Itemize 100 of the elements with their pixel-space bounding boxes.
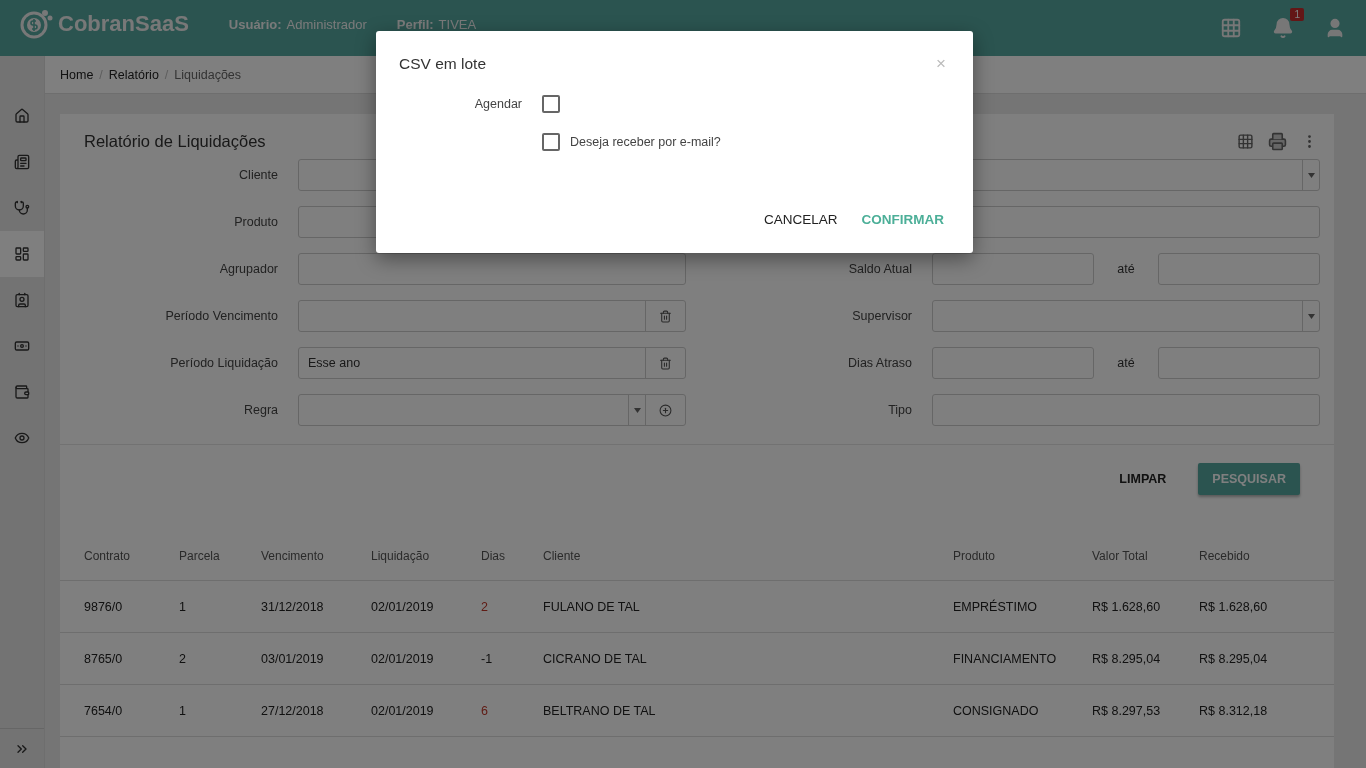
field-label: Tipo xyxy=(887,403,912,417)
table-cell-text: R$ 8.295,04 xyxy=(1092,651,1162,666)
select-field[interactable] xyxy=(932,300,1320,332)
dropdown-icon[interactable] xyxy=(1307,172,1315,178)
home-icon xyxy=(14,108,30,124)
field-value: Esse ano xyxy=(307,356,362,370)
breadcrumb-link[interactable]: Relatório xyxy=(108,67,159,82)
column-header[interactable]: Liquidação xyxy=(371,548,481,563)
newspaper-icon xyxy=(14,154,30,170)
table-cell-text: R$ 8.295,04 xyxy=(1199,651,1269,666)
text-field[interactable] xyxy=(932,394,1320,426)
breadcrumb-link[interactable]: Home xyxy=(60,67,94,82)
table-cell-text: R$ 1.628,60 xyxy=(1092,599,1162,614)
table-cell-text: 6 xyxy=(481,703,489,718)
clear-button[interactable]: LIMPAR xyxy=(1105,463,1181,495)
table-cell-text: 1 xyxy=(179,599,187,614)
table-cell-text: 9876/0 xyxy=(84,599,124,614)
table-cell-text: BELTRANO DE TAL xyxy=(543,703,657,718)
max-field[interactable] xyxy=(1158,347,1320,379)
field-label: Produto xyxy=(233,215,278,229)
search-button[interactable]: PESQUISAR xyxy=(1198,463,1300,495)
dropdown-icon[interactable] xyxy=(633,407,641,413)
stethoscope-icon xyxy=(14,200,30,216)
checkbox-label: Agendar xyxy=(473,97,522,111)
date-range-field[interactable]: Esse ano xyxy=(298,347,686,379)
checkbox[interactable] xyxy=(542,133,560,151)
table-cell-text: CICRANO DE TAL xyxy=(543,651,648,666)
table-cell-text: 8765/0 xyxy=(84,651,124,666)
columns-icon[interactable] xyxy=(1237,133,1254,150)
field-label: Agrupador xyxy=(218,262,278,276)
print-icon[interactable] xyxy=(1268,132,1287,151)
field-label: Regra xyxy=(242,403,278,417)
notifications-icon[interactable] xyxy=(1272,17,1294,39)
column-header[interactable]: Cliente xyxy=(543,548,953,563)
table-cell-text: R$ 1.628,60 xyxy=(1199,599,1269,614)
field-label: Saldo Atual xyxy=(847,262,912,276)
table-cell-text: 02/01/2019 xyxy=(371,703,435,718)
table-cell-text: FULANO DE TAL xyxy=(543,599,641,614)
table-cell-text: 02/01/2019 xyxy=(371,651,435,666)
notification-badge: 1 xyxy=(1290,8,1304,21)
table-cell-text: -1 xyxy=(481,651,494,666)
checkbox[interactable] xyxy=(542,95,560,113)
apps-icon[interactable] xyxy=(1220,17,1242,39)
max-field[interactable] xyxy=(1158,253,1320,285)
table-cell-text: 03/01/2019 xyxy=(261,651,325,666)
dashboard-icon xyxy=(14,246,30,262)
breadcrumb-separator: / xyxy=(164,67,169,82)
table-cell-text: 1 xyxy=(179,703,187,718)
eye-icon xyxy=(14,430,30,446)
column-header[interactable]: Produto xyxy=(953,548,1092,563)
min-field[interactable] xyxy=(932,347,1094,379)
dialog-title: CSV em lote xyxy=(399,55,486,73)
table-cell-text: R$ 8.312,18 xyxy=(1199,703,1269,718)
table-cell-text: 27/12/2018 xyxy=(261,703,325,718)
field-label: Dias Atraso xyxy=(847,356,912,370)
cancel-button[interactable]: CANCELAR xyxy=(757,206,844,233)
table-cell-text: CONSIGNADO xyxy=(953,703,1040,718)
breadcrumb-current: Liquidações xyxy=(174,67,242,82)
confirm-button[interactable]: CONFIRMAR xyxy=(855,206,950,233)
column-header[interactable]: Parcela xyxy=(179,548,261,563)
field-label: Supervisor xyxy=(851,309,912,323)
wallet-icon xyxy=(14,384,30,400)
add-icon[interactable] xyxy=(659,403,672,417)
page-title: Relatório de Liquidações xyxy=(84,132,266,151)
date-range-field[interactable] xyxy=(298,300,686,332)
checkbox-label: Deseja receber por e-mail? xyxy=(570,135,721,149)
table-cell-text: 31/12/2018 xyxy=(261,599,325,614)
table-cell-text: 2 xyxy=(179,651,187,666)
column-header[interactable]: Dias xyxy=(481,548,543,563)
field-label: Período Vencimento xyxy=(164,309,278,323)
column-header[interactable]: Valor Total xyxy=(1092,548,1199,563)
field-label: Cliente xyxy=(238,168,278,182)
text-field[interactable] xyxy=(298,253,686,285)
trash-icon[interactable] xyxy=(659,309,672,323)
field-label: Período Liquidação xyxy=(169,356,278,370)
breadcrumb-separator: / xyxy=(99,67,103,82)
table-cell-text: 2 xyxy=(481,599,489,614)
table-cell-text: 7654/0 xyxy=(84,703,124,718)
table-cell-text: EMPRÉSTIMO xyxy=(953,599,1039,614)
select-field[interactable] xyxy=(298,394,686,426)
table-cell-text: FINANCIAMENTO xyxy=(953,651,1058,666)
column-header[interactable]: Recebido xyxy=(1199,548,1334,563)
column-header[interactable]: Vencimento xyxy=(261,548,371,563)
brand-name: CobranSaaS xyxy=(58,11,189,37)
contact-card-icon xyxy=(14,292,30,308)
dropdown-icon[interactable] xyxy=(1307,313,1315,319)
user-label: Usuário: xyxy=(228,16,282,32)
profile-label: Perfil: xyxy=(396,16,434,32)
table-cell-text: R$ 8.297,53 xyxy=(1092,703,1162,718)
range-separator: até xyxy=(1116,356,1136,370)
banknote-icon xyxy=(14,338,30,354)
column-header[interactable]: Contrato xyxy=(84,548,179,563)
range-separator: até xyxy=(1116,262,1136,276)
user-name: Administrador xyxy=(286,16,367,32)
min-field[interactable] xyxy=(932,253,1094,285)
table-cell-text: 02/01/2019 xyxy=(371,599,435,614)
close-button[interactable]: × xyxy=(936,55,946,72)
trash-icon[interactable] xyxy=(659,356,672,370)
sidebar-item[interactable] xyxy=(0,231,44,277)
logo-icon xyxy=(20,8,54,40)
